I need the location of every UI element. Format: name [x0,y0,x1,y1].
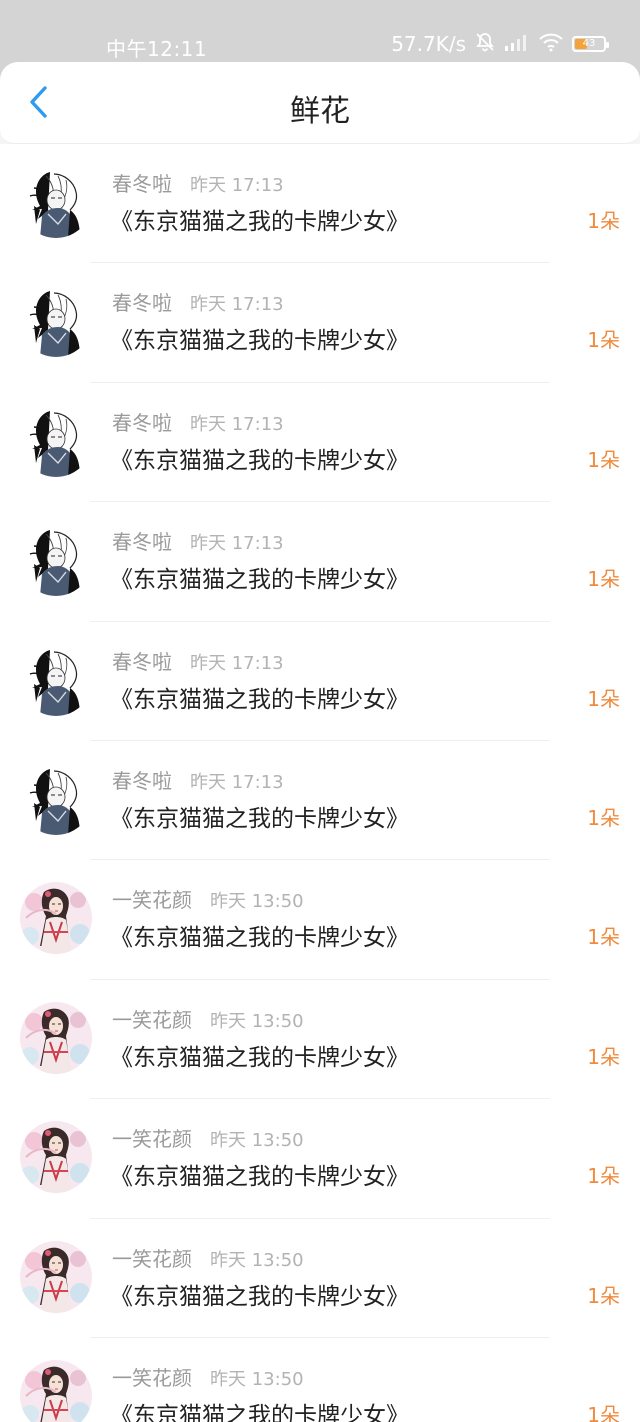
avatar-image [20,166,92,238]
item-meta: 春冬啦 昨天 17:13 [112,646,284,675]
avatar-image [20,1121,92,1193]
list-item[interactable]: 一笑花颜 昨天 13:50 《东京猫猫之我的卡牌少女》 1朵 [0,1099,640,1219]
signal-icon [504,32,530,56]
username[interactable]: 春冬啦 [112,646,172,675]
battery-level: 43 [582,38,596,49]
list-item[interactable]: 春冬啦 昨天 17:13 《东京猫猫之我的卡牌少女》 1朵 [0,622,640,742]
header: 鲜花 [0,62,640,144]
username[interactable]: 春冬啦 [112,287,172,316]
list-item[interactable]: 春冬啦 昨天 17:13 《东京猫猫之我的卡牌少女》 1朵 [0,383,640,503]
timestamp: 昨天 13:50 [210,1368,304,1390]
flower-count: 1朵 [587,209,620,233]
item-meta: 春冬啦 昨天 17:13 [112,168,284,197]
username[interactable]: 一笑花颜 [112,884,192,913]
item-meta: 春冬啦 昨天 17:13 [112,765,284,794]
item-meta: 春冬啦 昨天 17:13 [112,287,284,316]
avatar[interactable] [20,1001,92,1074]
book-title[interactable]: 《东京猫猫之我的卡牌少女》 [110,799,409,833]
timestamp: 昨天 17:13 [190,413,284,435]
book-title[interactable]: 《东京猫猫之我的卡牌少女》 [110,918,409,952]
avatar-image [20,644,92,716]
avatar[interactable] [20,524,92,597]
avatar-image [20,285,92,357]
network-speed: 57.7K/s [391,32,466,56]
book-title[interactable]: 《东京猫猫之我的卡牌少女》 [110,321,409,355]
list-item[interactable]: 春冬啦 昨天 17:13 《东京猫猫之我的卡牌少女》 1朵 [0,502,640,622]
item-meta: 一笑花颜 昨天 13:50 [112,884,304,913]
avatar[interactable] [20,643,92,716]
item-meta: 春冬啦 昨天 17:13 [112,526,284,555]
username[interactable]: 春冬啦 [112,168,172,197]
list-item[interactable]: 一笑花颜 昨天 13:50 《东京猫猫之我的卡牌少女》 1朵 [0,1338,640,1422]
username[interactable]: 一笑花颜 [112,1004,192,1033]
avatar[interactable] [20,166,92,238]
flower-list: 春冬啦 昨天 17:13 《东京猫猫之我的卡牌少女》 1朵 春冬啦 昨天 17:13 《东京… [0,144,640,1422]
avatar[interactable] [20,1240,92,1313]
avatar[interactable] [20,404,92,477]
timestamp: 昨天 13:50 [210,1130,304,1152]
flower-count: 1朵 [587,1283,620,1308]
username[interactable]: 一笑花颜 [112,1123,192,1152]
list-item[interactable]: 一笑花颜 昨天 13:50 《东京猫猫之我的卡牌少女》 1朵 [0,980,640,1100]
flower-count: 1朵 [587,328,620,353]
flower-count: 1朵 [587,447,620,472]
book-title[interactable]: 《东京猫猫之我的卡牌少女》 [110,202,409,236]
username[interactable]: 一笑花颜 [112,1362,192,1391]
wifi-icon [538,32,564,56]
list-item[interactable]: 春冬啦 昨天 17:13 《东京猫猫之我的卡牌少女》 1朵 [0,263,640,384]
book-title[interactable]: 《东京猫猫之我的卡牌少女》 [110,680,409,714]
item-meta: 春冬啦 昨天 17:13 [112,407,284,436]
timestamp: 昨天 17:13 [190,175,284,196]
timestamp: 昨天 13:50 [210,1010,304,1032]
flower-count: 1朵 [587,1044,620,1069]
flower-count: 1朵 [587,925,620,950]
book-title[interactable]: 《东京猫猫之我的卡牌少女》 [110,1038,409,1072]
flower-count: 1朵 [587,1402,620,1422]
avatar-image [20,524,92,596]
flower-count: 1朵 [587,686,620,711]
avatar[interactable] [20,762,92,835]
bell-mute-icon [474,31,496,57]
item-meta: 一笑花颜 昨天 13:50 [112,1243,304,1272]
avatar-image [20,405,92,477]
timestamp: 昨天 13:50 [210,891,304,913]
timestamp: 昨天 17:13 [190,771,284,793]
book-title[interactable]: 《东京猫猫之我的卡牌少女》 [110,560,409,594]
username[interactable]: 春冬啦 [112,765,172,794]
list-item[interactable]: 春冬啦 昨天 17:13 《东京猫猫之我的卡牌少女》 1朵 [0,741,640,861]
avatar-image [20,1360,92,1422]
flower-count: 1朵 [587,805,620,830]
avatar[interactable] [20,285,92,358]
username[interactable]: 春冬啦 [112,526,172,555]
status-time: 中午12:11 [106,37,208,61]
item-meta: 一笑花颜 昨天 13:50 [112,1123,304,1152]
status-icons: 57.7K/s 43 [391,31,609,57]
avatar-image [20,763,92,835]
book-title[interactable]: 《东京猫猫之我的卡牌少女》 [110,1277,409,1311]
book-title[interactable]: 《东京猫猫之我的卡牌少女》 [110,441,409,475]
avatar[interactable] [20,882,92,955]
avatar-image [20,1241,92,1313]
timestamp: 昨天 13:50 [210,1249,304,1271]
username[interactable]: 春冬啦 [112,407,172,436]
username[interactable]: 一笑花颜 [112,1243,192,1272]
battery-icon: 43 [572,36,609,52]
avatar[interactable] [20,1359,92,1422]
item-meta: 一笑花颜 昨天 13:50 [112,1362,304,1391]
book-title[interactable]: 《东京猫猫之我的卡牌少女》 [110,1396,409,1422]
list-item[interactable]: 一笑花颜 昨天 13:50 《东京猫猫之我的卡牌少女》 1朵 [0,860,640,981]
list-item[interactable]: 一笑花颜 昨天 13:50 《东京猫猫之我的卡牌少女》 1朵 [0,1219,640,1339]
page-title: 鲜花 [290,94,350,129]
timestamp: 昨天 17:13 [190,533,284,555]
avatar-image [20,882,92,954]
item-meta: 一笑花颜 昨天 13:50 [112,1004,304,1033]
avatar-image [20,1002,92,1074]
flower-count: 1朵 [587,567,620,592]
flower-count: 1朵 [587,1164,620,1189]
timestamp: 昨天 17:13 [190,652,284,674]
timestamp: 昨天 17:13 [190,294,284,316]
avatar[interactable] [20,1121,92,1194]
list-item[interactable]: 春冬啦 昨天 17:13 《东京猫猫之我的卡牌少女》 1朵 [0,144,640,264]
book-title[interactable]: 《东京猫猫之我的卡牌少女》 [110,1157,409,1191]
